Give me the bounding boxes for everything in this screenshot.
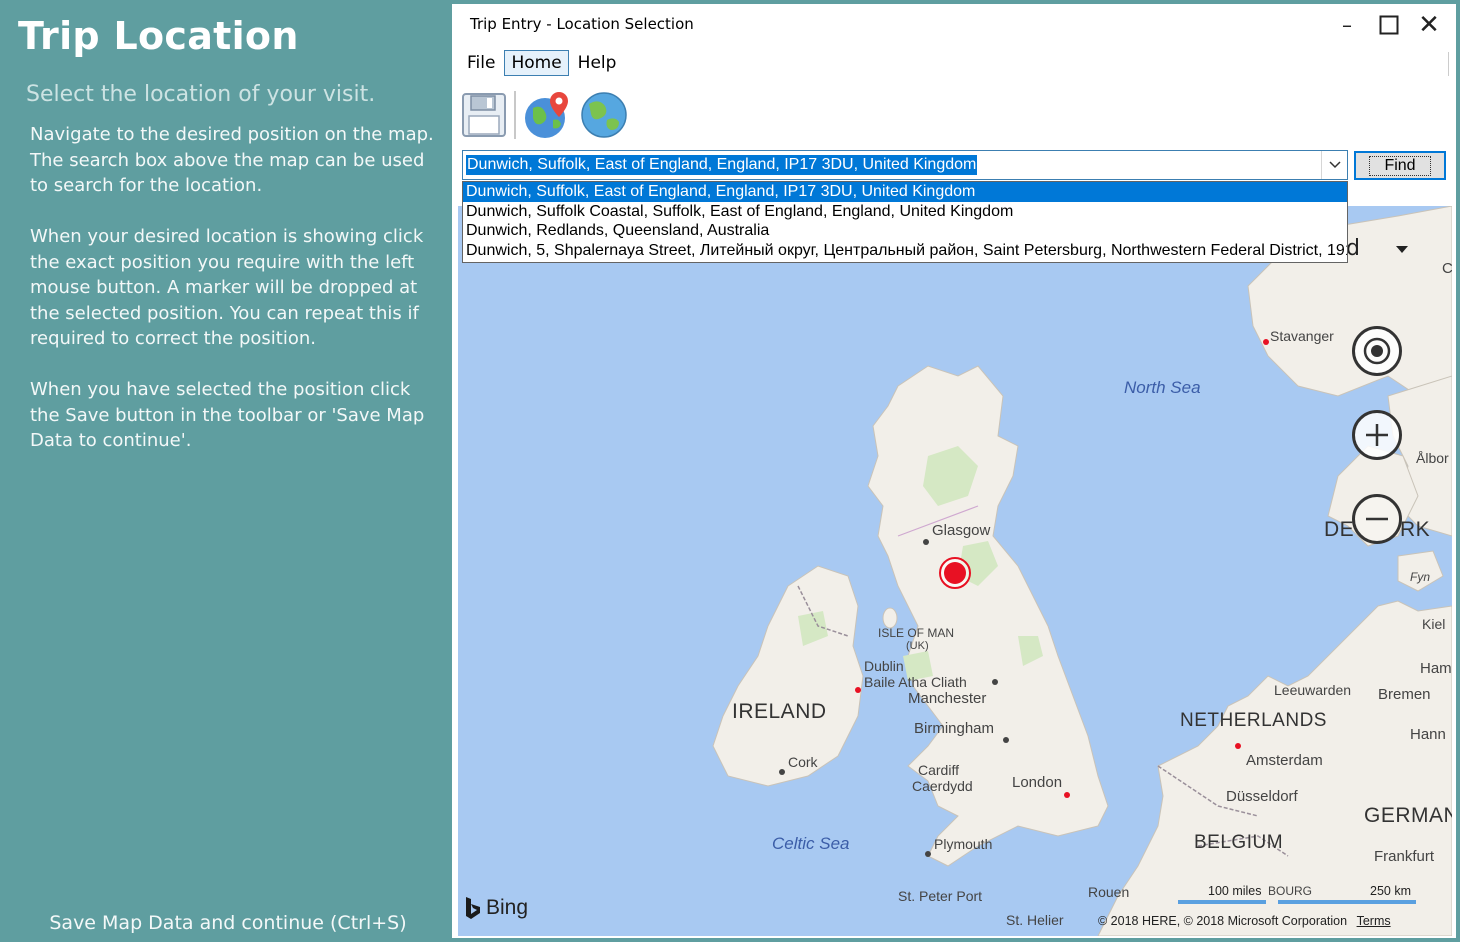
find-button-label: Find (1369, 155, 1431, 176)
map-label-edge-c: C (1442, 260, 1452, 277)
bing-logo-icon (466, 897, 480, 919)
save-and-continue-link[interactable]: Save Map Data and continue (Ctrl+S) (4, 912, 452, 934)
locate-me-button[interactable] (1352, 326, 1402, 376)
app-root: Trip Location Select the location of you… (0, 0, 1460, 942)
suggestion-item[interactable]: Dunwich, Redlands, Queensland, Australia (463, 221, 1347, 241)
map-label-ireland: IRELAND (732, 700, 827, 723)
map-label-dublin: Dublin (864, 658, 904, 674)
map-label-manchester: Manchester (908, 690, 987, 707)
save-icon (462, 93, 506, 137)
map-label-fyn: Fyn (1410, 570, 1431, 584)
zoom-out-button[interactable] (1352, 494, 1402, 544)
menu-file[interactable]: File (460, 50, 502, 76)
map-label-frankfurt: Frankfurt (1374, 848, 1435, 865)
suggestion-item[interactable]: Dunwich, Suffolk Coastal, Suffolk, East … (463, 202, 1347, 222)
minimize-icon: – (1342, 13, 1352, 37)
world-view-button[interactable] (578, 88, 630, 142)
location-search-input[interactable]: Dunwich, Suffolk, East of England, Engla… (466, 155, 978, 175)
map-label-isle-of-man: ISLE OF MAN (878, 626, 955, 640)
menu-home-label: Home (511, 53, 562, 73)
search-suggestions-list: Dunwich, Suffolk, East of England, Engla… (462, 181, 1348, 263)
map-label-albor: Ålbor (1416, 450, 1449, 466)
menu-divider (1448, 52, 1449, 76)
map-label-netherlands: NETHERLANDS (1180, 710, 1327, 731)
map-label-kiel: Kiel (1422, 616, 1446, 632)
help-title: Trip Location (18, 14, 299, 58)
window-title: Trip Entry - Location Selection (470, 15, 694, 33)
help-paragraph-save: When you have selected the position clic… (30, 379, 425, 451)
menu-bar: File Home Help (460, 48, 625, 78)
save-button[interactable] (458, 88, 510, 142)
suggestion-item[interactable]: Dunwich, Suffolk, East of England, Engla… (463, 182, 1347, 202)
minimize-button[interactable]: – (1328, 8, 1366, 42)
map-label-north-sea: North Sea (1124, 378, 1201, 397)
map-label-cardiff: Cardiff (918, 762, 959, 778)
map-label-isle-of-man-uk: (UK) (906, 640, 929, 652)
menu-file-label: File (467, 53, 496, 73)
caret-down-icon (1395, 246, 1408, 253)
map-label-plymouth: Plymouth (934, 836, 993, 852)
scale-label-miles: 100 miles (1208, 884, 1262, 898)
map-label-baile-atha-cliath: Baile Atha Cliath (864, 674, 967, 690)
maximize-icon (1379, 15, 1399, 35)
help-paragraph-marker: When your desired location is showing cl… (30, 226, 424, 349)
map-label-cork: Cork (788, 754, 818, 770)
location-selection-window: Trip Entry - Location Selection – ✕ File… (452, 4, 1456, 938)
map-style-label: d (1346, 236, 1360, 261)
location-marker[interactable] (938, 556, 972, 590)
help-panel: Trip Location Select the location of you… (4, 4, 452, 938)
help-subtitle: Select the location of your visit. (26, 82, 376, 107)
map-label-amsterdam: Amsterdam (1246, 752, 1323, 769)
find-button[interactable]: Find (1354, 151, 1446, 180)
help-paragraph-navigate: Navigate to the desired position on the … (30, 124, 434, 196)
menu-help-label: Help (577, 53, 617, 73)
map-copyright: © 2018 HERE, © 2018 Microsoft Corporatio… (1098, 914, 1391, 928)
locate-me-icon (1363, 337, 1391, 365)
terms-link[interactable]: Terms (1357, 914, 1391, 928)
map-view[interactable]: d North Sea Celtic Sea IRELAND NETHERLAN… (458, 206, 1452, 936)
map-label-glasgow: Glasgow (932, 522, 991, 539)
map-label-denmark-left: DE (1324, 518, 1355, 541)
map-label-dusseldorf: Düsseldorf (1226, 788, 1298, 805)
map-label-hann: Hann (1410, 726, 1446, 743)
map-label-luxembourg-partial: BOURG (1268, 884, 1313, 898)
map-label-celtic-sea: Celtic Sea (772, 834, 850, 853)
chevron-down-icon (1328, 161, 1341, 169)
globe-pin-icon (525, 92, 568, 138)
combobox-dropdown-button[interactable] (1321, 151, 1347, 179)
map-label-bremen: Bremen (1378, 686, 1431, 703)
location-search-combobox[interactable]: Dunwich, Suffolk, East of England, Engla… (462, 150, 1348, 180)
menu-home[interactable]: Home (504, 50, 569, 76)
bing-logo: Bing (464, 896, 528, 920)
map-label-st-peter-port: St. Peter Port (898, 888, 983, 904)
map-label-germany: GERMAN (1364, 804, 1452, 827)
zoom-in-icon (1366, 424, 1388, 446)
close-icon: ✕ (1418, 10, 1440, 40)
maximize-button[interactable] (1370, 8, 1408, 42)
toolbar-separator (514, 91, 516, 139)
locate-on-map-button[interactable] (522, 88, 574, 142)
map-label-leeuwarden: Leeuwarden (1274, 682, 1352, 698)
close-button[interactable]: ✕ (1410, 8, 1448, 42)
suggestion-item[interactable]: Dunwich, 5, Shpalernaya Street, Литейный… (463, 241, 1347, 261)
menu-help[interactable]: Help (571, 50, 624, 76)
map-label-london: London (1012, 774, 1063, 791)
zoom-in-button[interactable] (1352, 410, 1402, 460)
toolbar (458, 86, 634, 144)
title-bar[interactable]: Trip Entry - Location Selection – ✕ (452, 4, 1456, 44)
map-style-selector[interactable]: d (1346, 236, 1409, 261)
copyright-text: © 2018 HERE, © 2018 Microsoft Corporatio… (1098, 914, 1348, 928)
map-label-rouen: Rouen (1088, 884, 1130, 900)
zoom-out-icon (1366, 517, 1388, 521)
map-label-stavanger: Stavanger (1270, 328, 1334, 344)
map-label-st-helier: St. Helier (1006, 912, 1064, 928)
map-label-ham: Ham (1420, 660, 1452, 677)
globe-icon (581, 92, 627, 138)
scale-label-km: 250 km (1370, 884, 1411, 898)
map-label-birmingham: Birmingham (914, 720, 995, 737)
map-label-denmark-right: RK (1400, 518, 1431, 541)
map-label-caerdydd: Caerdydd (912, 778, 973, 794)
map-label-belgium: BELGIUM (1194, 832, 1284, 853)
bing-logo-text: Bing (486, 896, 529, 919)
